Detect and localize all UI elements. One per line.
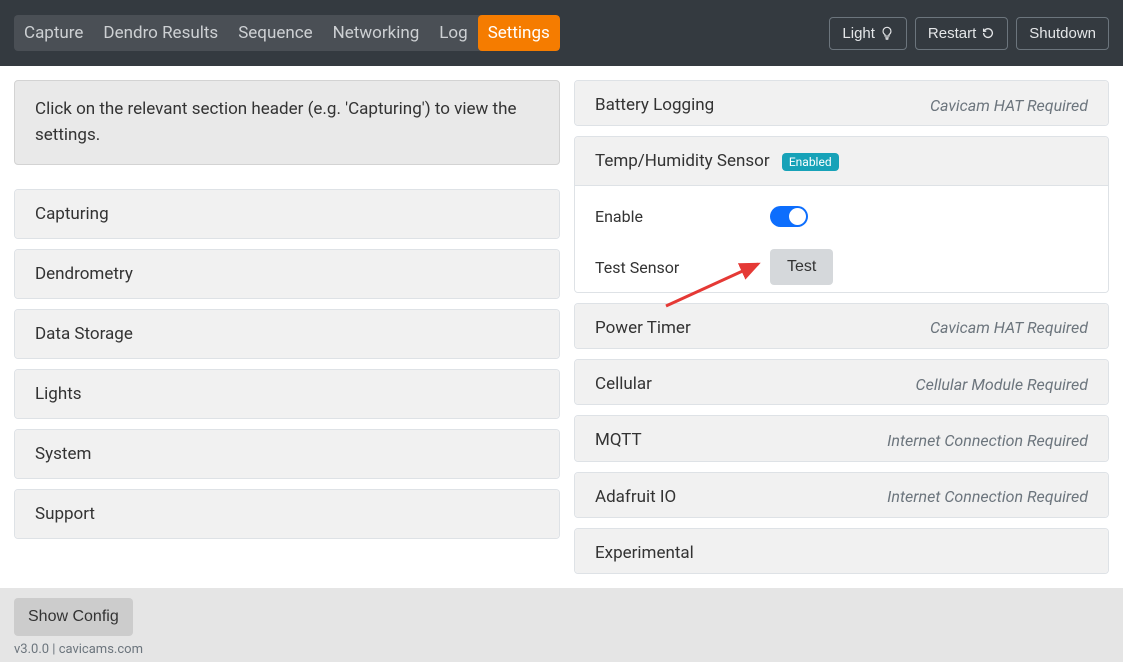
restart-label: Restart (928, 25, 976, 42)
section-temp-humidity[interactable]: Temp/Humidity Sensor Enabled (575, 137, 1108, 186)
power-req: Cavicam HAT Required (930, 318, 1088, 337)
nav-group: Capture Dendro Results Sequence Networki… (14, 15, 560, 51)
version-text: v3.0.0 | cavicams.com (14, 636, 1109, 663)
restart-button[interactable]: Restart (915, 17, 1008, 50)
section-support[interactable]: Support (15, 490, 559, 538)
right-column: Battery Logging Cavicam HAT Required Tem… (574, 80, 1109, 574)
nav-right: Light Restart Shutdown (829, 17, 1109, 50)
show-config-button[interactable]: Show Config (14, 598, 133, 636)
section-experimental[interactable]: Experimental (575, 529, 1108, 574)
temp-title-wrap: Temp/Humidity Sensor Enabled (595, 151, 839, 171)
mqtt-req: Internet Connection Required (887, 431, 1088, 450)
footer: Show Config v3.0.0 | cavicams.com (0, 588, 1123, 662)
cellular-title: Cellular (595, 374, 652, 394)
test-sensor-label: Test Sensor (595, 258, 770, 277)
mqtt-title: MQTT (595, 430, 642, 450)
section-dendrometry[interactable]: Dendrometry (15, 250, 559, 298)
light-button[interactable]: Light (829, 17, 907, 50)
section-battery-logging[interactable]: Battery Logging Cavicam HAT Required (575, 81, 1108, 126)
cellular-req: Cellular Module Required (916, 375, 1089, 394)
info-banner: Click on the relevant section header (e.… (14, 80, 560, 165)
section-cellular[interactable]: Cellular Cellular Module Required (575, 360, 1108, 405)
nav-sequence[interactable]: Sequence (228, 15, 322, 51)
section-capturing[interactable]: Capturing (15, 190, 559, 238)
enable-toggle[interactable] (770, 206, 808, 227)
adafruit-req: Internet Connection Required (887, 487, 1088, 506)
enable-label: Enable (595, 207, 770, 226)
battery-req: Cavicam HAT Required (930, 96, 1088, 115)
navbar: Capture Dendro Results Sequence Networki… (0, 0, 1123, 66)
section-data-storage[interactable]: Data Storage (15, 310, 559, 358)
nav-log[interactable]: Log (429, 15, 477, 51)
nav-dendro-results[interactable]: Dendro Results (93, 15, 228, 51)
test-button[interactable]: Test (770, 249, 833, 285)
shutdown-label: Shutdown (1029, 25, 1096, 42)
shutdown-button[interactable]: Shutdown (1016, 17, 1109, 50)
section-power-timer[interactable]: Power Timer Cavicam HAT Required (575, 304, 1108, 349)
adafruit-title: Adafruit IO (595, 487, 676, 507)
left-column: Click on the relevant section header (e.… (14, 80, 560, 574)
light-label: Light (842, 25, 875, 42)
temp-humidity-panel: Temp/Humidity Sensor Enabled Enable Test… (574, 136, 1109, 293)
section-system[interactable]: System (15, 430, 559, 478)
experimental-title: Experimental (595, 543, 694, 563)
battery-title: Battery Logging (595, 95, 714, 115)
nav-capture[interactable]: Capture (14, 15, 93, 51)
power-title: Power Timer (595, 318, 691, 338)
section-adafruit-io[interactable]: Adafruit IO Internet Connection Required (575, 473, 1108, 518)
section-mqtt[interactable]: MQTT Internet Connection Required (575, 416, 1108, 461)
section-lights[interactable]: Lights (15, 370, 559, 418)
restart-icon (981, 26, 995, 40)
nav-settings[interactable]: Settings (478, 15, 560, 51)
nav-networking[interactable]: Networking (323, 15, 430, 51)
temp-title: Temp/Humidity Sensor (595, 151, 770, 171)
content: Click on the relevant section header (e.… (0, 66, 1123, 588)
lightbulb-icon (880, 26, 894, 40)
enabled-badge: Enabled (782, 153, 839, 171)
